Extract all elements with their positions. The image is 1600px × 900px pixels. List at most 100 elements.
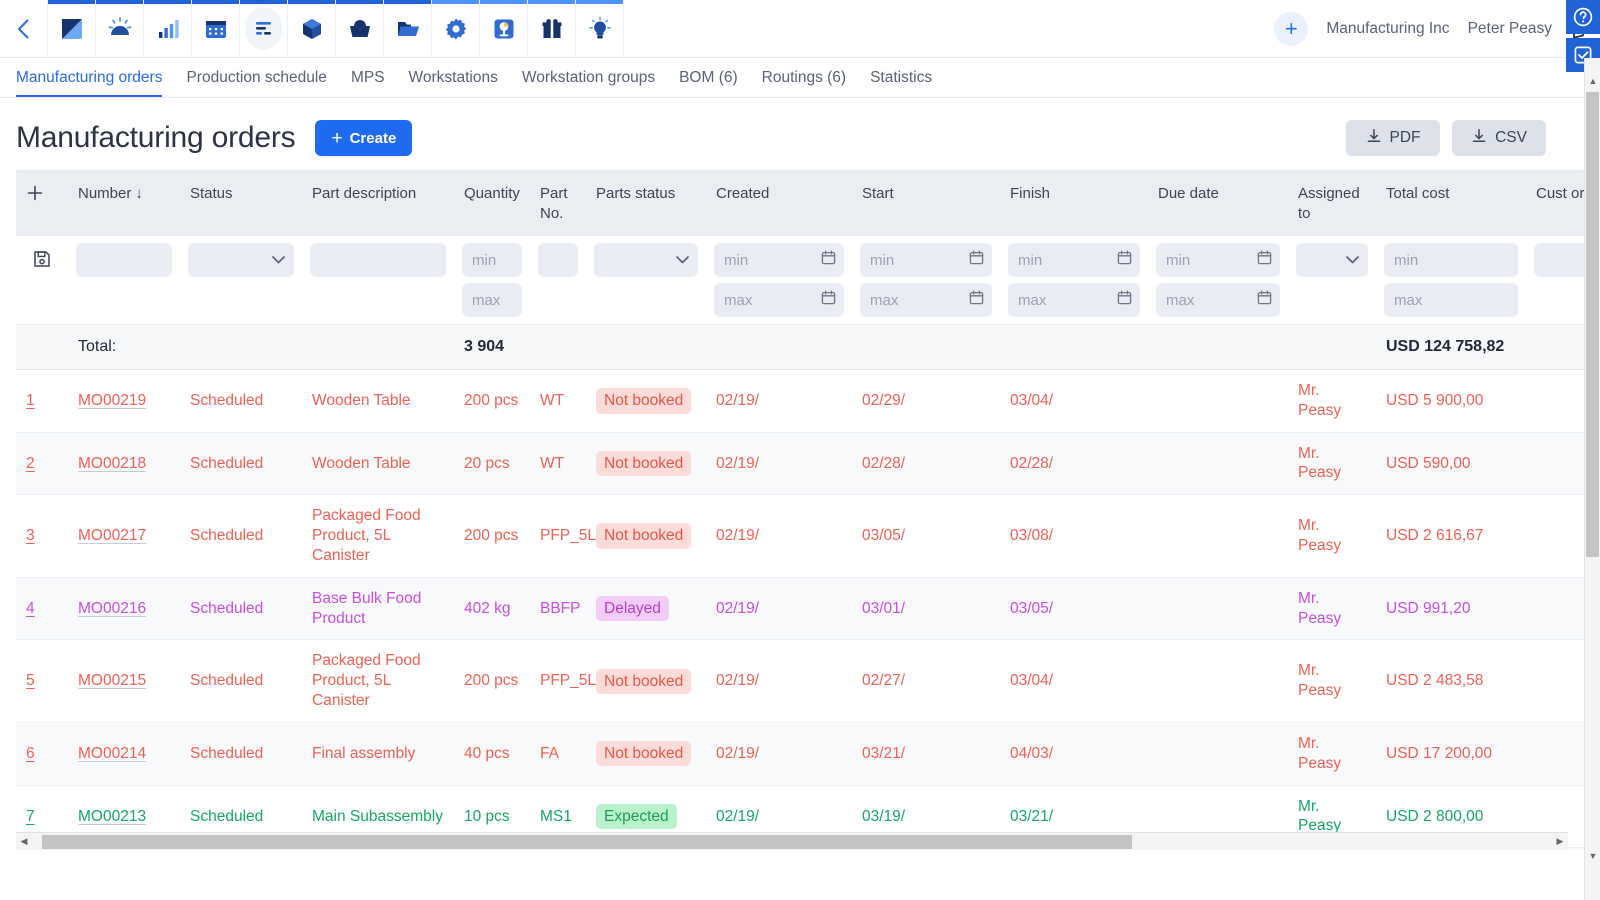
- horizontal-scroll-track[interactable]: [32, 834, 1552, 849]
- vertical-scrollbar[interactable]: ▲ ▼: [1584, 58, 1600, 900]
- filter-part-description-input[interactable]: [310, 243, 446, 277]
- filter-assigned-to-select[interactable]: [1296, 243, 1368, 277]
- gauge-icon[interactable]: [96, 0, 144, 57]
- tab-workstations[interactable]: Workstations: [397, 69, 510, 97]
- order-number-link[interactable]: MO00217: [78, 527, 146, 544]
- export-csv-button[interactable]: CSV: [1452, 120, 1546, 156]
- column-header-assigned-to[interactable]: Assigned to: [1288, 171, 1376, 236]
- filter-start-min-input[interactable]: [860, 243, 992, 277]
- column-header-start[interactable]: Start: [852, 171, 1000, 236]
- cell-number[interactable]: MO00215: [68, 639, 180, 723]
- column-header-due-date[interactable]: Due date: [1148, 171, 1288, 236]
- bar-chart-icon[interactable]: [144, 0, 192, 57]
- scroll-up-arrow[interactable]: ▲: [1585, 72, 1600, 89]
- filter-due-date-min-input[interactable]: [1156, 243, 1280, 277]
- user-name[interactable]: Peter Peasy: [1468, 20, 1552, 38]
- filter-created-min-input[interactable]: [714, 243, 844, 277]
- table-row[interactable]: 1 MO00219 Scheduled Wooden Table 200 pcs WT No…: [16, 369, 1584, 433]
- tab-bom[interactable]: BOM (6): [667, 69, 750, 97]
- filter-due-date-max-input[interactable]: [1156, 283, 1280, 317]
- order-number-link[interactable]: MO00213: [78, 808, 146, 825]
- calendar-icon[interactable]: [192, 0, 240, 57]
- row-index-link[interactable]: 6: [26, 745, 35, 762]
- help-button[interactable]: [1566, 0, 1600, 34]
- gear-icon[interactable]: [432, 0, 480, 57]
- table-row[interactable]: 5 MO00215 Scheduled Packaged Food Product, …: [16, 639, 1584, 723]
- row-index-link[interactable]: 3: [26, 527, 35, 544]
- filter-total-cost-max-input[interactable]: [1384, 283, 1518, 317]
- column-header-part-description[interactable]: Part description: [302, 171, 454, 236]
- totals-finish: [1000, 324, 1148, 370]
- horizontal-scroll-thumb[interactable]: [42, 834, 1132, 849]
- table-row[interactable]: 3 MO00217 Scheduled Packaged Food Product, …: [16, 494, 1584, 578]
- lightbulb-icon[interactable]: [576, 0, 624, 57]
- column-header-parts-status[interactable]: Parts status: [586, 171, 706, 236]
- column-header-status[interactable]: Status: [180, 171, 302, 236]
- tab-production-schedule[interactable]: Production schedule: [174, 69, 338, 97]
- tab-statistics[interactable]: Statistics: [858, 69, 944, 97]
- add-button[interactable]: +: [1274, 11, 1309, 46]
- tab-manufacturing-orders[interactable]: Manufacturing orders: [16, 69, 174, 97]
- tab-mps[interactable]: MPS: [339, 69, 397, 97]
- scroll-left-arrow[interactable]: ◀: [16, 836, 32, 847]
- tab-workstation-groups[interactable]: Workstation groups: [510, 69, 667, 97]
- scroll-down-arrow[interactable]: ▼: [1585, 847, 1600, 864]
- add-column-button[interactable]: [16, 171, 68, 236]
- cell-number[interactable]: MO00214: [68, 722, 180, 786]
- column-header-quantity[interactable]: Quantity: [454, 171, 530, 236]
- column-header-number[interactable]: Number ↓: [68, 171, 180, 236]
- filter-parts-status-select[interactable]: [594, 243, 698, 277]
- folder-icon[interactable]: [384, 0, 432, 57]
- column-header-part-no[interactable]: Part No.: [530, 171, 586, 236]
- filter-cust-order-input[interactable]: [1534, 243, 1584, 277]
- filter-finish-max-input[interactable]: [1008, 283, 1140, 317]
- row-index-link[interactable]: 1: [26, 392, 35, 409]
- cell-number[interactable]: MO00217: [68, 494, 180, 578]
- column-header-cust-order[interactable]: Cust order: [1526, 171, 1584, 236]
- cell-number[interactable]: MO00216: [68, 577, 180, 641]
- chevron-left-icon[interactable]: [0, 0, 48, 57]
- row-index-link[interactable]: 2: [26, 455, 35, 472]
- table-row[interactable]: 2 MO00218 Scheduled Wooden Table 20 pcs WT Not…: [16, 432, 1584, 496]
- create-button[interactable]: + Create: [315, 120, 413, 156]
- table-row[interactable]: 4 MO00216 Scheduled Base Bulk Food Product 4…: [16, 577, 1584, 641]
- dashboard-split-icon[interactable]: [48, 0, 96, 57]
- order-number-link[interactable]: MO00218: [78, 455, 146, 472]
- filter-created-max-input[interactable]: [714, 283, 844, 317]
- save-icon[interactable]: [24, 243, 60, 269]
- column-header-finish[interactable]: Finish: [1000, 171, 1148, 236]
- organization-name[interactable]: Manufacturing Inc: [1326, 20, 1449, 38]
- horizontal-scrollbar[interactable]: ◀ ▶: [16, 832, 1568, 850]
- filter-total-cost-min-input[interactable]: [1384, 243, 1518, 277]
- scroll-right-arrow[interactable]: ▶: [1552, 836, 1568, 847]
- basket-icon[interactable]: [336, 0, 384, 57]
- filter-part-no-input[interactable]: [538, 243, 578, 277]
- cell-number[interactable]: MO00218: [68, 432, 180, 496]
- column-header-total-cost[interactable]: Total cost: [1376, 171, 1526, 236]
- row-index-link[interactable]: 7: [26, 808, 35, 825]
- order-number-link[interactable]: MO00216: [78, 600, 146, 617]
- vertical-scroll-thumb[interactable]: [1586, 92, 1599, 557]
- filter-number-input[interactable]: [76, 243, 172, 277]
- row-index-link[interactable]: 5: [26, 672, 35, 689]
- filter-finish-min-input[interactable]: [1008, 243, 1140, 277]
- tab-routings[interactable]: Routings (6): [750, 69, 858, 97]
- export-pdf-button[interactable]: PDF: [1346, 120, 1440, 156]
- order-number-link[interactable]: MO00214: [78, 745, 146, 762]
- order-number-link[interactable]: MO00219: [78, 392, 146, 409]
- cube-icon[interactable]: [288, 0, 336, 57]
- filter-quantity-max-input[interactable]: [462, 283, 522, 317]
- order-number-link[interactable]: MO00215: [78, 672, 146, 689]
- manufacturing-orders-icon[interactable]: [240, 0, 288, 57]
- cell-part-description: Packaged Food Product, 5L Canister: [302, 494, 454, 578]
- column-header-created[interactable]: Created: [706, 171, 852, 236]
- filter-start-max-input[interactable]: [860, 283, 992, 317]
- analytics-panel-icon[interactable]: [480, 0, 528, 57]
- gift-icon[interactable]: [528, 0, 576, 57]
- cell-quantity: 20 pcs: [454, 432, 530, 496]
- table-row[interactable]: 6 MO00214 Scheduled Final assembly 40 pcs FA N…: [16, 722, 1584, 786]
- cell-number[interactable]: MO00219: [68, 369, 180, 433]
- filter-quantity-min-input[interactable]: [462, 243, 522, 277]
- row-index-link[interactable]: 4: [26, 600, 35, 617]
- filter-status-select[interactable]: [188, 243, 294, 277]
